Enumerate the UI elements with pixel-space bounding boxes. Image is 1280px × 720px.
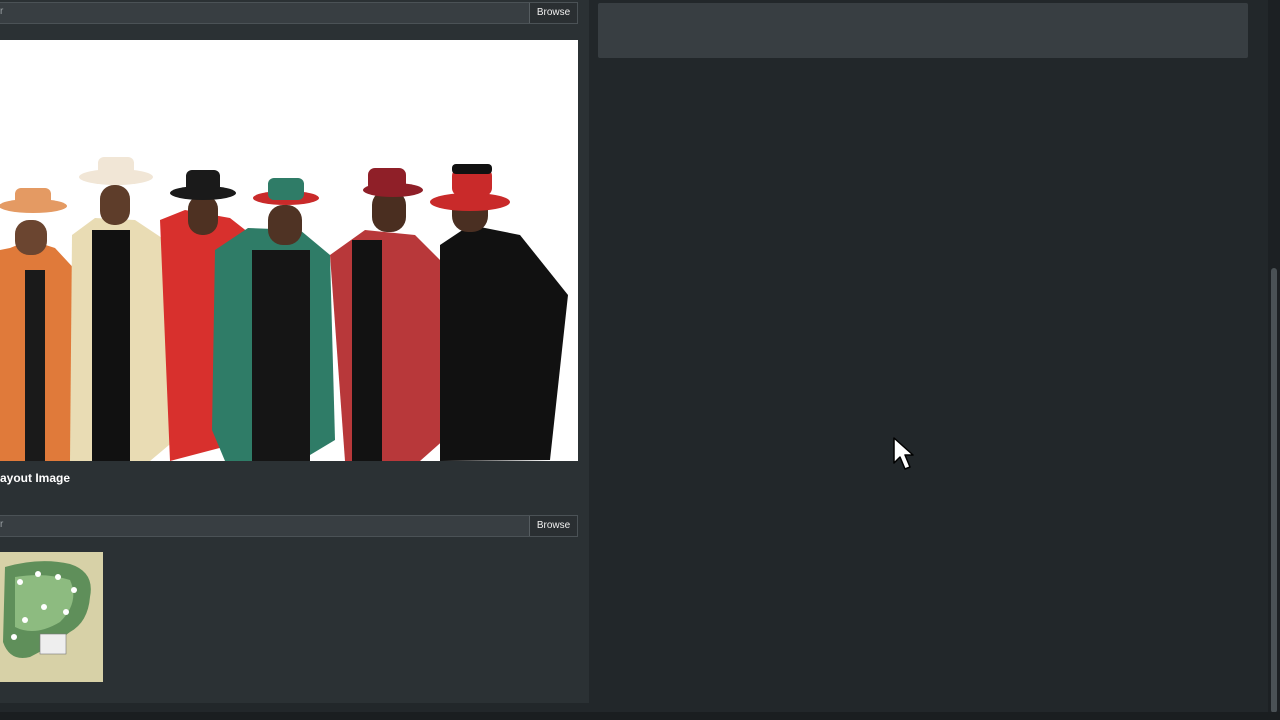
browse-button[interactable]: Browse [529,516,577,536]
browse-button[interactable]: Browse [529,3,577,23]
page-scrollbar[interactable] [1268,0,1280,715]
left-panel: r Browse ayout Image r Browse [0,0,589,703]
output-card [598,3,1248,58]
layout-image-label: ayout Image [0,471,71,485]
course-map-image [0,552,103,682]
uploaded-image-preview [0,40,578,461]
bottom-strip [0,712,1280,720]
file-path-text: r [0,519,4,530]
layout-file-field[interactable]: r Browse [0,515,578,537]
image-file-field[interactable]: r Browse [0,2,578,24]
mouse-cursor-icon [893,437,914,470]
scrollbar-thumb[interactable] [1271,268,1277,713]
layout-image-thumbnail [0,552,103,682]
group-photo-image [0,40,578,461]
file-path-text: r [0,6,4,17]
